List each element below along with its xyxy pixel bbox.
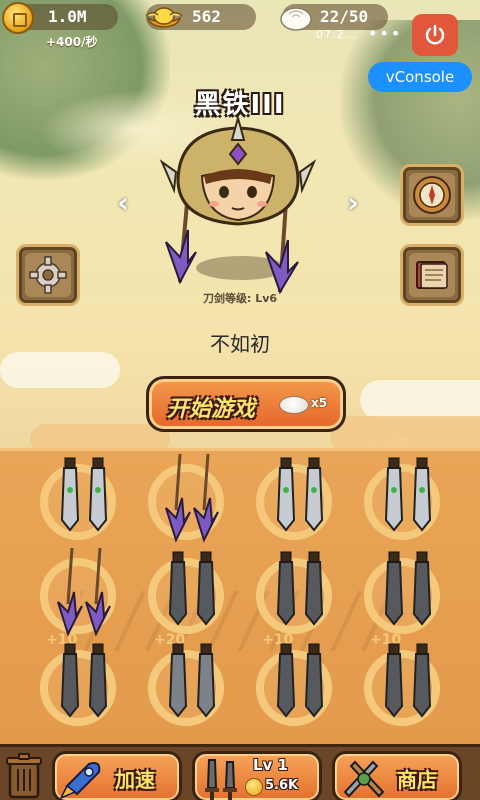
start-game-cost: x5 bbox=[311, 396, 328, 410]
buy-weapon-price: 5.6K bbox=[265, 778, 299, 793]
vconsole-button[interactable]: vConsole bbox=[368, 62, 472, 92]
player-name: 不如初 bbox=[210, 332, 270, 356]
prev-hero-button[interactable]: ‹ bbox=[110, 188, 136, 218]
sword-level-label: 刀剑等级: Lv6 bbox=[202, 292, 278, 305]
weapon-slot[interactable]: +10 bbox=[256, 551, 332, 648]
jade-dagger-icon[interactable] bbox=[34, 450, 138, 550]
compass-button-inner bbox=[409, 173, 455, 217]
weapon-slot[interactable]: +10 bbox=[364, 551, 440, 648]
coin-icon bbox=[245, 778, 263, 796]
hero-avatar bbox=[159, 114, 317, 295]
gear-icon bbox=[29, 256, 67, 294]
buy-weapon-button[interactable]: Lv 1 5.6K bbox=[192, 751, 322, 800]
weapon-slot[interactable] bbox=[148, 453, 224, 543]
speed-up-label: 加速 bbox=[115, 768, 155, 792]
slot-bonus-label: +160 bbox=[368, 434, 409, 450]
weapon-slot[interactable]: +20 bbox=[148, 551, 224, 648]
compass-button[interactable] bbox=[400, 164, 464, 226]
next-hero-button[interactable]: › bbox=[340, 188, 366, 218]
coins-value: 1.0M bbox=[48, 7, 87, 26]
weapon-slot[interactable] bbox=[364, 457, 440, 540]
gold-ingot-icon bbox=[145, 7, 183, 28]
start-game-label: 开始游戏 bbox=[167, 397, 256, 422]
book-button-inner bbox=[409, 253, 455, 297]
purple-spear-icon[interactable] bbox=[34, 544, 138, 644]
book-icon bbox=[416, 261, 448, 289]
coin-rate: +400/秒 bbox=[46, 35, 98, 49]
iron-sword-icon[interactable] bbox=[142, 544, 246, 644]
sword-icon bbox=[205, 759, 237, 800]
jade-dagger-icon[interactable] bbox=[358, 450, 462, 550]
weapon-slot[interactable]: +10 bbox=[40, 547, 116, 648]
iron-sword-icon[interactable] bbox=[358, 636, 462, 736]
iron-sword-icon[interactable] bbox=[250, 636, 354, 736]
settings-button[interactable] bbox=[16, 244, 80, 306]
iron-sword-icon[interactable] bbox=[250, 544, 354, 644]
shop-weapons-icon bbox=[343, 760, 385, 798]
cloud bbox=[0, 352, 120, 388]
rocket-icon bbox=[59, 762, 101, 800]
weapon-slot[interactable] bbox=[256, 643, 332, 726]
cloud bbox=[30, 424, 170, 448]
jade-dagger-icon[interactable] bbox=[250, 450, 354, 550]
weapon-slot[interactable] bbox=[148, 643, 224, 726]
shop-button[interactable]: 商店 bbox=[332, 751, 462, 800]
speed-up-button[interactable]: 加速 bbox=[52, 751, 182, 800]
power-button[interactable] bbox=[398, 6, 468, 72]
ingot-value: 562 bbox=[192, 7, 221, 26]
weapon-slot[interactable] bbox=[364, 643, 440, 726]
cloud bbox=[360, 380, 480, 420]
iron-sword-icon[interactable] bbox=[358, 544, 462, 644]
buy-weapon-level: Lv 1 bbox=[253, 756, 288, 774]
start-game-button[interactable]: 开始游戏 x5 bbox=[146, 376, 346, 432]
iron-sword-icon[interactable] bbox=[34, 636, 138, 736]
coin-icon bbox=[2, 2, 34, 34]
bottom-bar: 加速 Lv 1 5.6K 商店 bbox=[0, 744, 480, 800]
trash-icon[interactable] bbox=[6, 753, 42, 799]
more-dots[interactable]: ••• bbox=[368, 24, 402, 43]
status-time: 07:2… bbox=[316, 28, 357, 41]
book-button[interactable] bbox=[400, 244, 464, 306]
weapon-slot[interactable] bbox=[40, 457, 116, 540]
steel-sword-icon[interactable] bbox=[142, 636, 246, 736]
steamed-bun-icon bbox=[279, 396, 309, 414]
weapon-slot[interactable] bbox=[40, 643, 116, 726]
purple-spear-icon[interactable] bbox=[142, 450, 246, 550]
weapon-slot[interactable] bbox=[256, 457, 332, 540]
shop-label: 商店 bbox=[397, 768, 437, 792]
energy-value: 22/50 bbox=[320, 7, 369, 26]
steamed-bun-icon bbox=[280, 7, 312, 31]
power-icon bbox=[425, 24, 445, 45]
compass-icon bbox=[413, 176, 451, 214]
settings-button-inner bbox=[25, 253, 71, 297]
